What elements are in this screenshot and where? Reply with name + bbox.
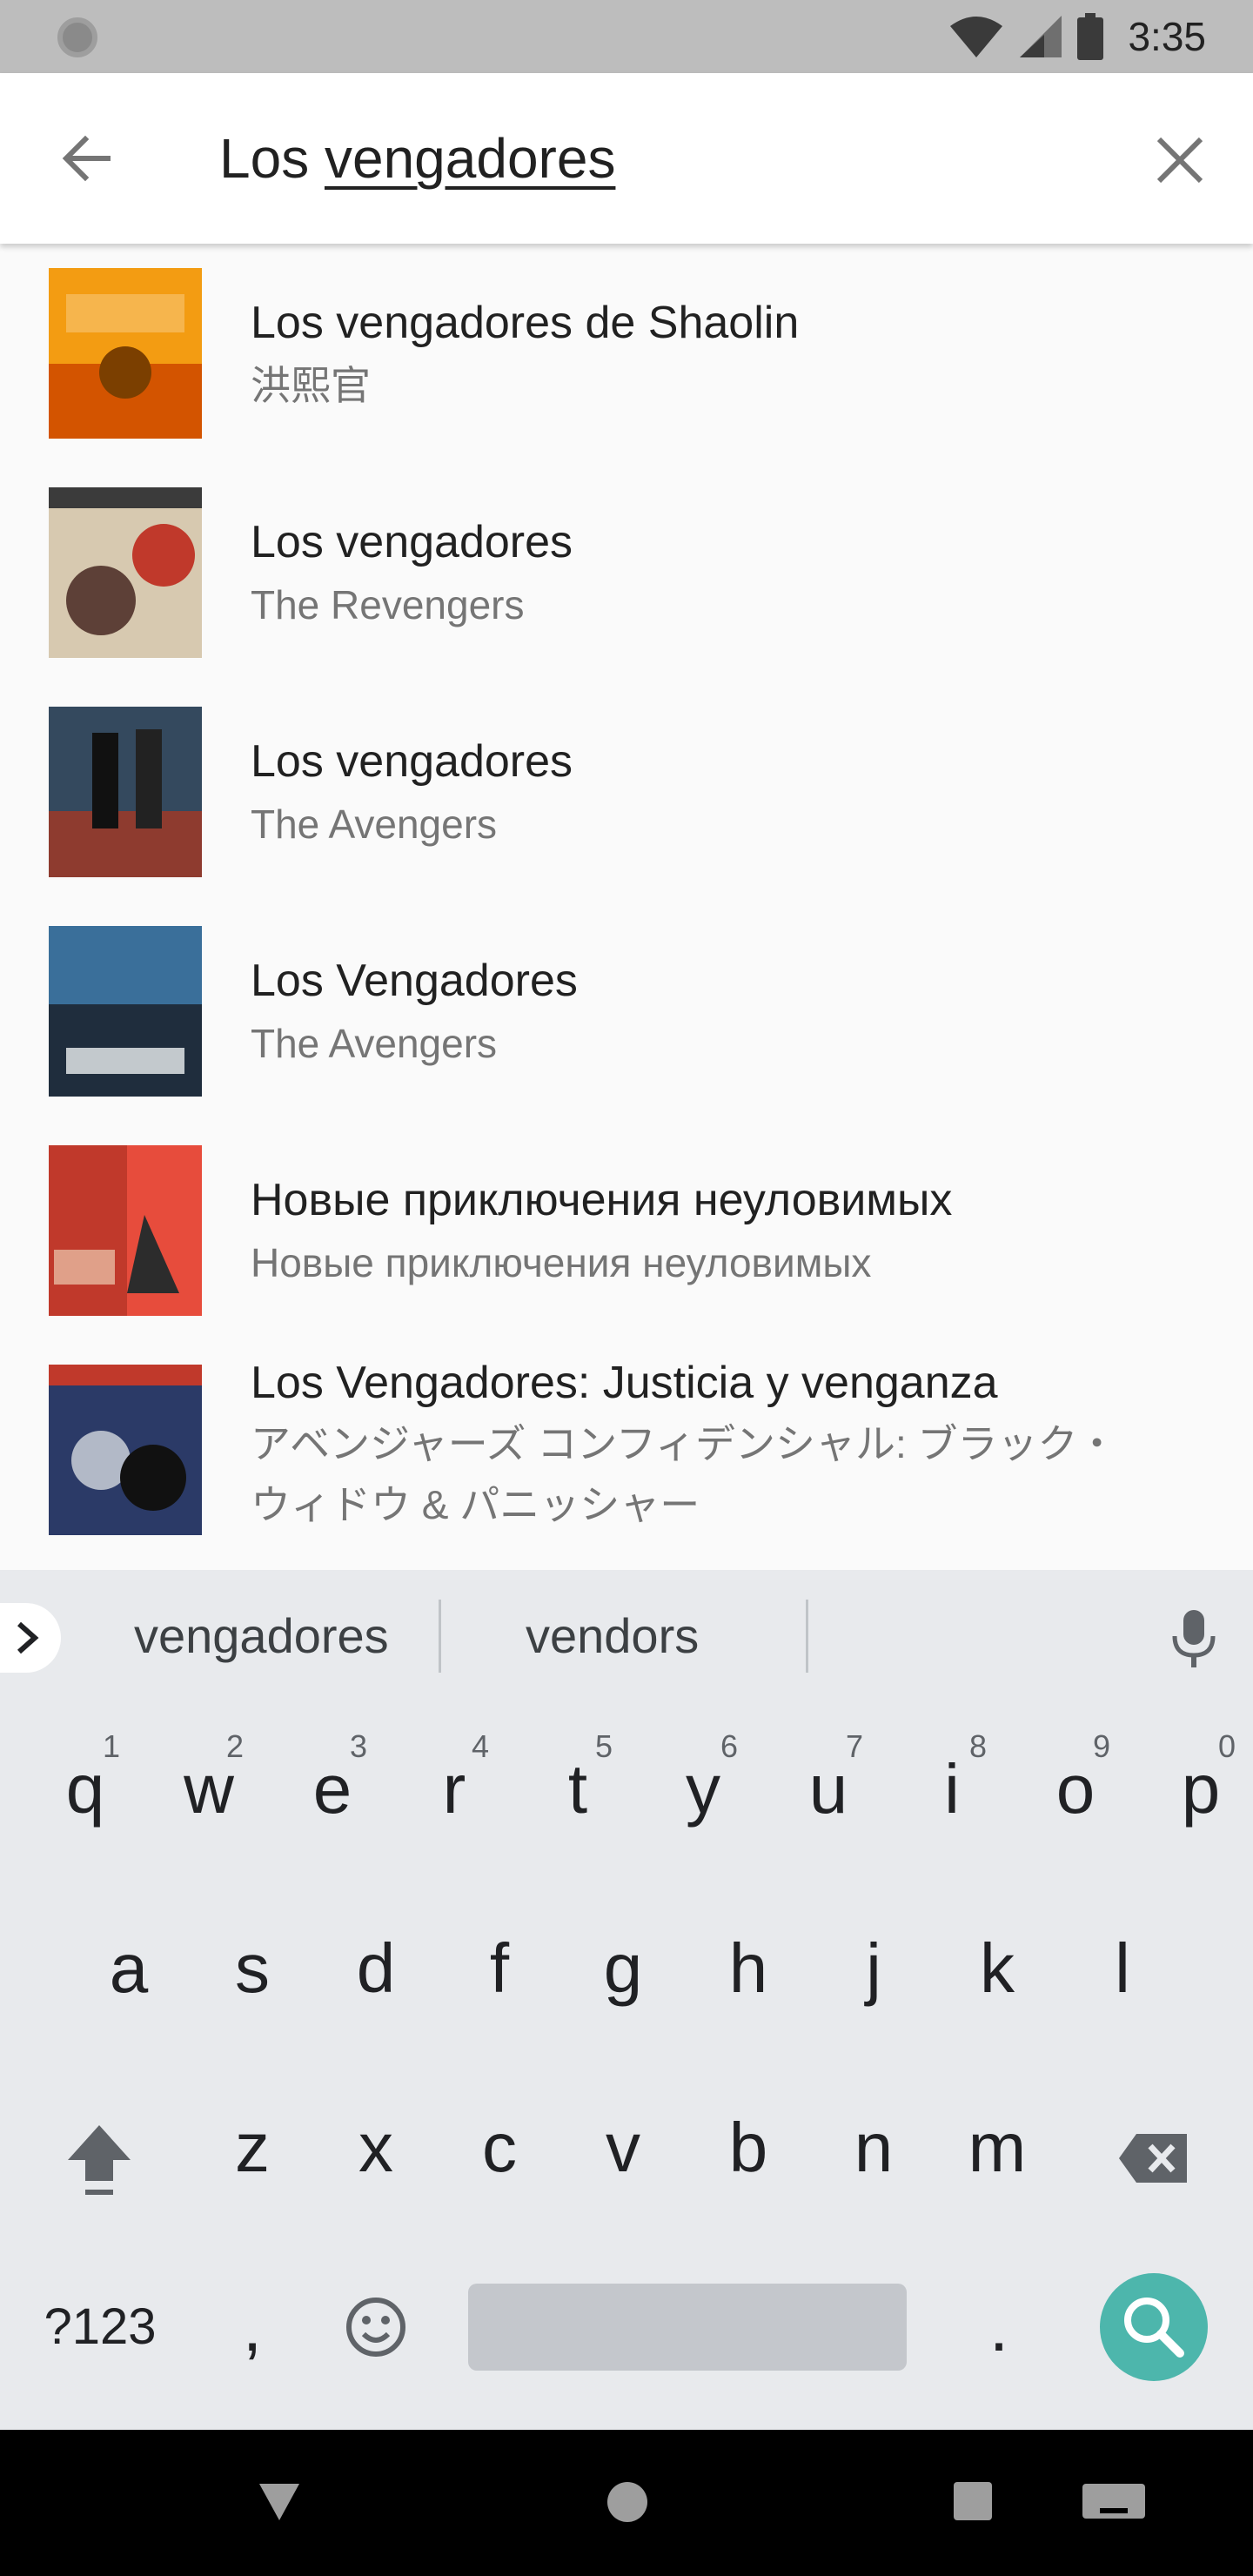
- result-item[interactable]: Los vengadores de Shaolin 洪熙官: [0, 244, 1253, 463]
- result-title: Los vengadores de Shaolin: [251, 298, 800, 348]
- key-y[interactable]: y: [651, 1746, 755, 1833]
- result-title: Los vengadores: [251, 736, 573, 787]
- back-arrow-icon[interactable]: [56, 127, 118, 190]
- back-triangle-icon[interactable]: [258, 2482, 301, 2522]
- key-k[interactable]: k: [945, 1925, 1049, 2012]
- poster-thumbnail: [49, 1145, 202, 1316]
- key-d[interactable]: d: [324, 1925, 428, 2012]
- result-item[interactable]: Los vengadores The Revengers: [0, 463, 1253, 682]
- key-hint-1: 1: [103, 1728, 121, 1764]
- status-bar: 3:35: [0, 0, 1253, 73]
- backspace-icon[interactable]: [1117, 2130, 1190, 2186]
- key-hint-0: 0: [1218, 1728, 1236, 1764]
- microphone-icon[interactable]: [1166, 1607, 1222, 1669]
- battery-icon: [1077, 13, 1104, 60]
- result-item[interactable]: Los Vengadores The Avengers: [0, 902, 1253, 1121]
- key-s[interactable]: s: [200, 1925, 305, 2012]
- keyboard-switch-icon[interactable]: [1082, 2484, 1145, 2526]
- poster-thumbnail: [49, 268, 202, 439]
- key-b[interactable]: b: [696, 2104, 801, 2191]
- key-t[interactable]: t: [526, 1746, 630, 1833]
- key-c[interactable]: c: [447, 2104, 552, 2191]
- key-p[interactable]: p: [1149, 1746, 1253, 1833]
- search-key[interactable]: [1100, 2273, 1208, 2381]
- search-query-text: Los: [219, 127, 325, 190]
- key-hint-3: 3: [350, 1728, 368, 1764]
- result-subtitle: The Revengers: [251, 582, 525, 627]
- notification-icon: [57, 17, 97, 57]
- result-item[interactable]: Los Vengadores: Justicia y venganza アベンジ…: [0, 1340, 1253, 1570]
- key-z[interactable]: z: [200, 2104, 305, 2191]
- key-q[interactable]: q: [33, 1746, 137, 1833]
- chevron-right-icon: [17, 1621, 39, 1654]
- key-hint-9: 9: [1093, 1728, 1111, 1764]
- clear-icon[interactable]: [1150, 131, 1209, 190]
- key-u[interactable]: u: [776, 1746, 881, 1833]
- key-x[interactable]: x: [324, 2104, 428, 2191]
- clock-time: 3:35: [1128, 14, 1206, 59]
- result-title: Los Vengadores: [251, 956, 578, 1006]
- key-j[interactable]: j: [821, 1925, 926, 2012]
- navigation-bar: [0, 2430, 1253, 2576]
- poster-thumbnail: [49, 487, 202, 658]
- shift-icon[interactable]: [61, 2120, 137, 2198]
- comma-key[interactable]: ,: [200, 2284, 305, 2371]
- key-hint-7: 7: [846, 1728, 864, 1764]
- result-subtitle: アベンジャーズ コンフィデンシャル: ブラック・: [251, 1421, 1117, 1466]
- result-item[interactable]: Los vengadores The Avengers: [0, 682, 1253, 902]
- signal-icon: [1020, 16, 1062, 57]
- key-m[interactable]: m: [945, 2104, 1049, 2191]
- result-subtitle: Новые приключения неуловимых: [251, 1240, 872, 1285]
- result-item[interactable]: Новые приключения неуловимых Новые прикл…: [0, 1121, 1253, 1340]
- result-title: Los vengadores: [251, 517, 573, 567]
- suggestion-divider: [806, 1600, 808, 1673]
- key-o[interactable]: o: [1023, 1746, 1128, 1833]
- result-subtitle-line2: ウィドウ & パニッシャー: [251, 1482, 700, 1527]
- status-icons: 3:35: [948, 12, 1206, 61]
- key-hint-4: 4: [472, 1728, 490, 1764]
- key-l[interactable]: l: [1070, 1925, 1175, 2012]
- symbols-key[interactable]: ?123: [17, 2284, 183, 2371]
- key-r[interactable]: r: [402, 1746, 506, 1833]
- result-subtitle: The Avengers: [251, 1021, 498, 1066]
- search-icon: [1124, 2298, 1184, 2358]
- wifi-icon: [950, 17, 1003, 57]
- soft-keyboard: ?123 , . q1w2e3r4t5 y6 u7i8o9 p0 asdfghjkl zx…: [0, 1702, 1253, 2430]
- key-i[interactable]: i: [900, 1746, 1004, 1833]
- space-bar[interactable]: [468, 2284, 907, 2371]
- search-query-composing: vengadores: [324, 127, 616, 190]
- search-bar: Los vengadores: [0, 73, 1253, 244]
- key-w[interactable]: w: [157, 1746, 261, 1833]
- key-hint-5: 5: [595, 1728, 613, 1764]
- poster-thumbnail: [49, 707, 202, 877]
- poster-thumbnail: [49, 926, 202, 1097]
- key-n[interactable]: n: [821, 2104, 926, 2191]
- poster-thumbnail: [49, 1365, 202, 1535]
- key-e[interactable]: e: [280, 1746, 385, 1833]
- key-h[interactable]: h: [696, 1925, 801, 2012]
- suggestion-strip: vengadores vendors: [0, 1570, 1253, 1702]
- key-f[interactable]: f: [447, 1925, 552, 2012]
- key-v[interactable]: v: [571, 2104, 675, 2191]
- suggestion-divider: [439, 1600, 441, 1673]
- result-title: Новые приключения неуловимых: [251, 1175, 953, 1225]
- key-a[interactable]: a: [77, 1925, 181, 2012]
- result-subtitle: The Avengers: [251, 802, 498, 847]
- emoji-icon[interactable]: [345, 2296, 407, 2358]
- suggestion-word[interactable]: vengadores: [134, 1605, 389, 1667]
- search-input[interactable]: Los vengadores: [219, 125, 615, 191]
- home-icon[interactable]: [606, 2480, 649, 2524]
- key-hint-2: 2: [226, 1728, 245, 1764]
- key-hint-6: 6: [720, 1728, 739, 1764]
- suggestion-word[interactable]: vendors: [526, 1605, 699, 1667]
- period-key[interactable]: .: [947, 2284, 1051, 2371]
- search-results-list: Los vengadores de Shaolin 洪熙官 Los vengad…: [0, 244, 1253, 1570]
- expand-suggestions-button[interactable]: [0, 1603, 61, 1673]
- result-subtitle: 洪熙官: [251, 363, 371, 408]
- result-title: Los Vengadores: Justicia y venganza: [251, 1358, 998, 1408]
- recents-icon[interactable]: [954, 2482, 992, 2520]
- key-hint-8: 8: [969, 1728, 988, 1764]
- key-g[interactable]: g: [571, 1925, 675, 2012]
